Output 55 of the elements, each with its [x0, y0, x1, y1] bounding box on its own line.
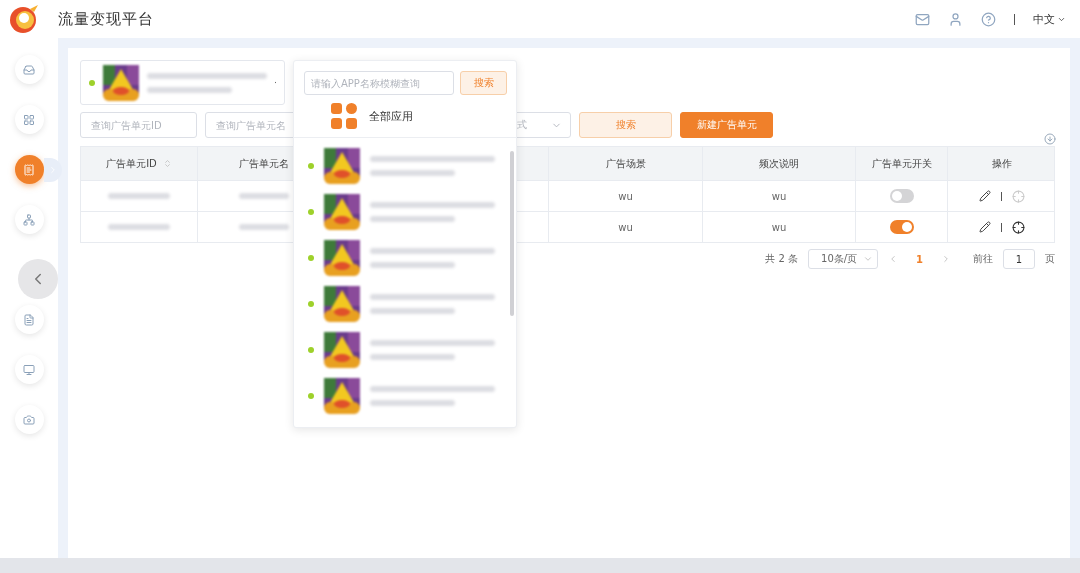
- inbox-icon: [23, 63, 35, 76]
- network-icon: [23, 213, 35, 226]
- sidebar-item[interactable]: [14, 305, 44, 334]
- all-apps-icon: [331, 103, 357, 129]
- sidebar-item[interactable]: [14, 405, 44, 434]
- column-header: 广告场景: [605, 156, 646, 171]
- sidebar-item[interactable]: [14, 155, 44, 184]
- chevron-down-icon: [863, 254, 874, 264]
- download-icon[interactable]: [1044, 133, 1056, 145]
- column-header: 广告单元名: [239, 156, 289, 171]
- column-header: 操作: [992, 156, 1012, 171]
- edit-icon[interactable]: [979, 221, 991, 233]
- redacted-text: [239, 224, 289, 230]
- edit-icon[interactable]: [979, 190, 991, 202]
- toggle-switch[interactable]: [889, 189, 914, 203]
- goto-page-field[interactable]: 1: [1003, 249, 1035, 269]
- app-selector[interactable]: [80, 60, 285, 105]
- column-header: 广告单元开关: [871, 156, 932, 171]
- goto-label: 前往: [973, 252, 993, 266]
- sidebar-item[interactable]: [14, 205, 44, 234]
- table-cell: wu: [771, 221, 787, 233]
- redacted-text: [108, 224, 170, 230]
- redacted-text: [108, 193, 170, 199]
- monitor-icon: [23, 363, 35, 376]
- table-cell: wu: [618, 221, 633, 233]
- grid-icon: [23, 113, 35, 126]
- app-title: 流量变现平台: [58, 9, 154, 29]
- column-header: 频次说明: [759, 156, 799, 171]
- language-selector[interactable]: 中文: [1033, 11, 1066, 27]
- help-icon[interactable]: [981, 11, 996, 27]
- table-cell: wu: [771, 190, 787, 202]
- page-size-select[interactable]: 10条/页: [808, 249, 879, 269]
- table-cell: wu: [618, 190, 633, 202]
- total-count: 共 2 条: [765, 252, 799, 266]
- user-icon[interactable]: [948, 11, 963, 27]
- next-page-icon[interactable]: [941, 254, 951, 264]
- sort-icon[interactable]: [162, 159, 172, 168]
- page-suffix: 页: [1045, 252, 1055, 266]
- status-dot: [89, 79, 95, 86]
- target-icon[interactable]: [1012, 220, 1025, 234]
- redacted-text: [239, 193, 289, 199]
- file-icon: [23, 313, 35, 326]
- collapse-button[interactable]: [18, 259, 58, 299]
- all-apps-item[interactable]: 全部应用: [369, 108, 413, 124]
- camera-icon: [23, 413, 35, 426]
- sidebar-item[interactable]: [14, 55, 44, 84]
- logo-icon: [8, 3, 40, 35]
- id-search-field[interactable]: 查询广告单元ID: [80, 112, 197, 138]
- sidebar-item[interactable]: [14, 355, 44, 384]
- toggle-switch[interactable]: [889, 220, 914, 234]
- column-header: 广告单元ID: [106, 156, 157, 171]
- sidebar-item[interactable]: [14, 105, 44, 134]
- mail-icon[interactable]: [915, 11, 930, 27]
- receipt-icon: [23, 163, 35, 176]
- app-search-field[interactable]: 请输入APP名称模糊查询: [304, 71, 454, 95]
